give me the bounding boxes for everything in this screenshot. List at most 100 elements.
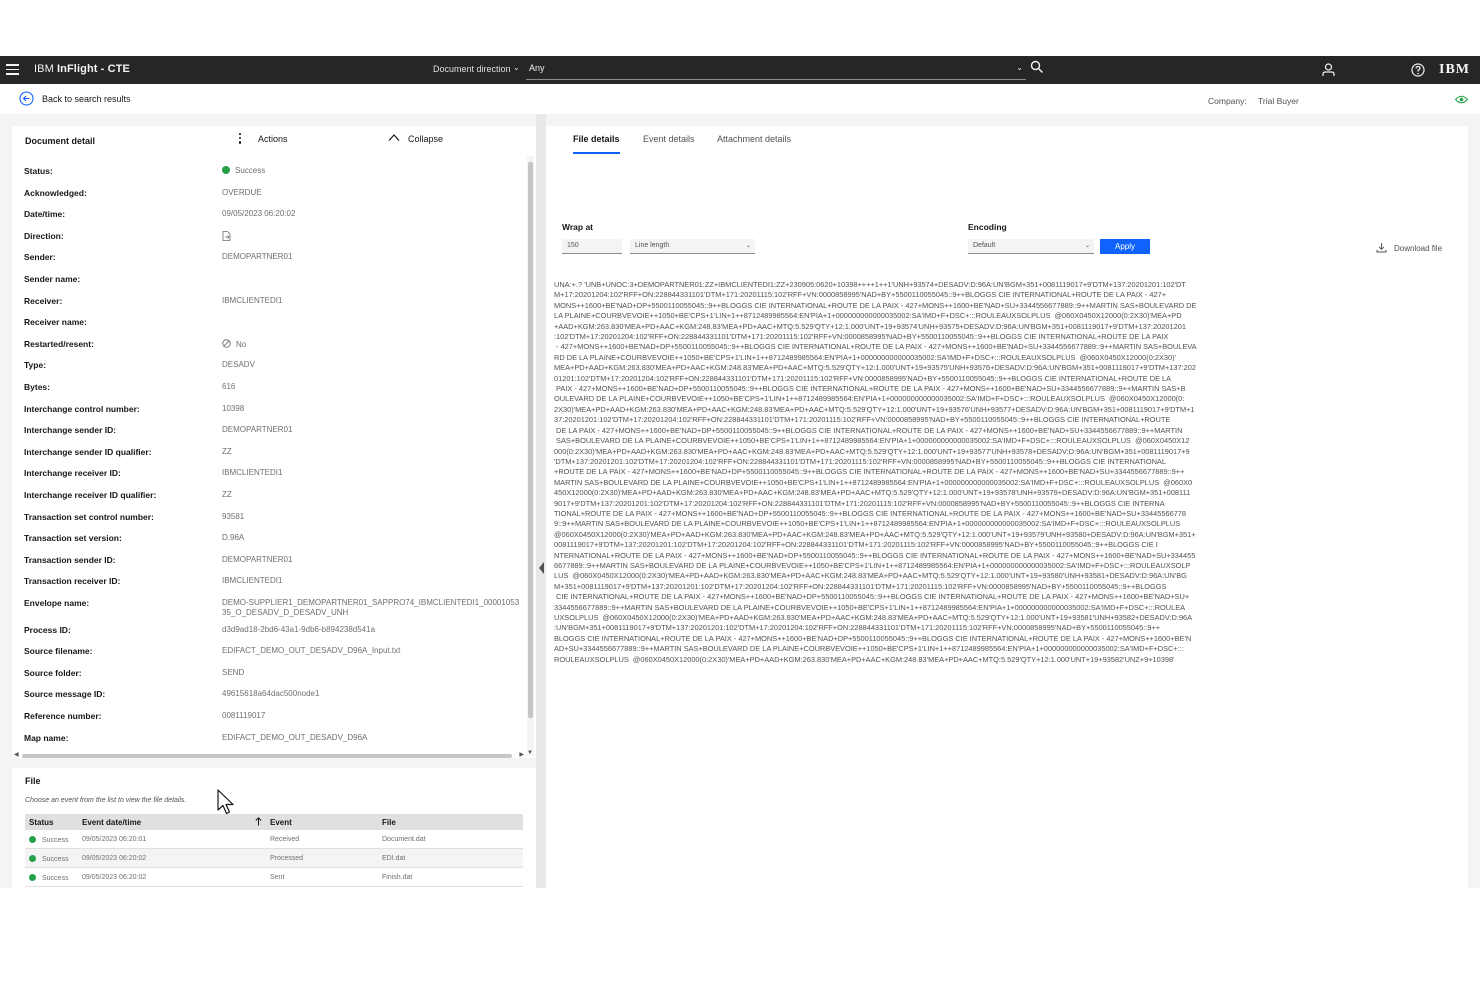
edi-line: +ROUTE DE LA PAIX - 427+MONS++1600+BE'NA…: [554, 467, 1185, 477]
edi-line: RD DE LA PLAINE+COURBVEVOIE++1050+BE'CPS…: [554, 352, 1177, 362]
apply-button[interactable]: Apply: [1100, 239, 1150, 254]
edi-file-content: UNA:+.? 'UNB+UNOC:3+DEMOPARTNER01:ZZ+IBM…: [554, 280, 1326, 676]
encoding-select[interactable]: Default ⌄: [968, 239, 1094, 254]
table-row[interactable]: Success 09/05/2023 06:20:01 Received Doc…: [25, 830, 523, 849]
app-title: IBM InFlight - CTE: [34, 63, 130, 75]
search-icon[interactable]: [1030, 60, 1044, 74]
detail-value: No: [222, 339, 246, 349]
vertical-scrollbar[interactable]: ▼: [527, 156, 534, 756]
overflow-menu-icon[interactable]: [239, 133, 243, 145]
scrollbar-thumb[interactable]: [528, 162, 533, 718]
edi-line: M+351+0081119017+9'DTM+137:20201201:102'…: [554, 581, 1167, 591]
detail-row: Map name: EDIFACT_DEMO_OUT_DESADV_D96A: [12, 730, 524, 750]
menu-icon[interactable]: [6, 64, 19, 75]
success-icon: [222, 166, 230, 174]
scroll-left-icon[interactable]: ◀: [14, 751, 19, 758]
chevron-down-icon[interactable]: ⌄: [746, 242, 751, 249]
scroll-right-icon[interactable]: ▶: [519, 751, 524, 758]
detail-row: Interchange sender ID qualifier: ZZ: [12, 444, 524, 464]
detail-label: Sender name:: [24, 274, 81, 284]
detail-label: Transaction sender ID:: [24, 554, 116, 565]
sort-arrow-up-icon[interactable]: [255, 817, 262, 826]
detail-row: Receiver name:: [12, 314, 524, 334]
file-panel: File Choose an event from the list to vi…: [12, 768, 536, 888]
edi-line: 2X30)'MEA+PD+AAD+KGM:263.830'MEA+PD+AAC+…: [554, 404, 1195, 414]
detail-label: Envelope name:: [24, 598, 90, 608]
user-icon[interactable]: [1322, 63, 1335, 77]
detail-row: Bytes: 616: [12, 379, 524, 399]
actions-button[interactable]: Actions: [258, 134, 288, 144]
column-header-status[interactable]: Status: [29, 818, 53, 827]
detail-row: Source filename: EDIFACT_DEMO_OUT_DESADV_…: [12, 643, 524, 663]
column-header-event-datetime[interactable]: Event date/time: [82, 818, 141, 827]
tab-attachment-details[interactable]: Attachment details: [717, 134, 791, 152]
search-input[interactable]: Any ⌄: [526, 60, 1026, 80]
edi-line: 6677889::9++MARTIN SAS+BOULEVARD DE LA P…: [554, 560, 1191, 570]
document-direction-dropdown[interactable]: Document direction: [433, 64, 511, 74]
detail-label: Receiver:: [24, 295, 63, 306]
panel-splitter[interactable]: [536, 114, 546, 888]
detail-value: ZZ: [222, 446, 232, 456]
detail-value: 10398: [222, 403, 245, 413]
chevron-down-icon[interactable]: ⌄: [1085, 242, 1090, 249]
detail-value: 49615618a64dac500node1: [222, 689, 320, 699]
column-header-event[interactable]: Event: [270, 818, 292, 827]
detail-tabs: File details Event details Attachment de…: [560, 126, 1460, 156]
edi-line: 9017+9'DTM+137:20201201:102'DTM+17:20201…: [554, 498, 1165, 508]
detail-row: Interchange receiver ID: IBMCLIENTEDI1: [12, 465, 524, 485]
detail-value: d3d9ad18-2bd6-43a1-9db6-b894238d541a: [222, 624, 376, 634]
download-icon[interactable]: [1376, 242, 1387, 253]
table-row[interactable]: Success 09/05/2023 06:20:02 Processed ED…: [25, 849, 523, 868]
collapse-left-icon[interactable]: [539, 562, 544, 574]
wrap-at-input[interactable]: 150: [562, 239, 622, 254]
download-file-button[interactable]: Download file: [1394, 244, 1442, 253]
help-icon[interactable]: [1411, 63, 1425, 77]
detail-label: Transaction receiver ID:: [24, 576, 121, 587]
detail-value: [222, 230, 231, 241]
detail-value: 0081119017: [222, 711, 266, 720]
detail-row: Sender name:: [12, 271, 524, 291]
row-status: Success: [29, 874, 68, 882]
detail-label: Bytes:: [24, 382, 50, 392]
row-file: EDI.dat: [382, 855, 406, 862]
edi-line: TIONAL+ROUTE DE LA PAIX - 427+MONS++1600…: [554, 508, 1187, 518]
detail-row: Restarted/resent: No: [12, 336, 524, 356]
top-bar: IBM InFlight - CTE Document direction ⌄ …: [0, 56, 1480, 84]
chevron-down-icon[interactable]: ⌄: [513, 63, 520, 72]
detail-row: Source folder: SEND: [12, 665, 524, 685]
detail-row: Transaction set version: D.96A: [12, 530, 524, 550]
detail-row: Status: Success: [12, 163, 524, 183]
column-header-file[interactable]: File: [382, 818, 396, 827]
horizontal-scrollbar[interactable]: ◀ ▶: [12, 751, 524, 759]
detail-value: 93581: [222, 511, 245, 521]
tab-file-details[interactable]: File details: [573, 134, 620, 154]
edi-line: CIE INTERNATIONAL+ROUTE DE LA PAIX - 427…: [554, 592, 1190, 602]
tab-event-details[interactable]: Event details: [643, 134, 695, 152]
edi-line: DE LA PAIX - 427+MONS++1600+BE'NAD+DP+55…: [554, 425, 1183, 435]
table-row[interactable]: Success 09/05/2023 06:20:02 Sent Finish.…: [25, 868, 523, 887]
eye-icon[interactable]: [1455, 95, 1468, 104]
scroll-down-icon[interactable]: ▼: [527, 750, 533, 756]
row-status: Success: [29, 855, 68, 863]
edi-line: ROULEAUXSOLPLUS @060X0450X12000(0:2X30)'…: [554, 654, 1175, 664]
detail-row: Transaction sender ID: DEMOPARTNER01: [12, 552, 524, 572]
detail-label: Receiver name:: [24, 317, 87, 328]
detail-row: Process ID: d3d9ad18-2bd6-43a1-9db6-b8942…: [12, 622, 524, 642]
sub-bar: Back to search results Company: Trial Bu…: [0, 84, 1480, 114]
encoding-label: Encoding: [968, 222, 1007, 232]
chevron-down-icon[interactable]: ⌄: [1016, 63, 1023, 72]
back-to-search-link[interactable]: Back to search results: [42, 94, 131, 104]
detail-row: Reference number: 0081119017: [12, 708, 524, 728]
back-arrow-icon[interactable]: [19, 91, 34, 106]
detail-label: Interchange sender ID:: [24, 425, 117, 436]
wrap-mode-select[interactable]: Line length ⌄: [630, 239, 755, 254]
detail-label: Reference number:: [24, 711, 102, 721]
detail-row: Interchange control number: 10398: [12, 401, 524, 421]
scrollbar-thumb[interactable]: [22, 754, 512, 758]
row-datetime: 09/05/2023 06:20:02: [82, 855, 147, 862]
detail-label: Source message ID:: [24, 689, 106, 700]
edi-line: LUS @060X0450X12000(0:2X30)'MEA+PD+AAD+K…: [554, 571, 1187, 581]
app-prefix: IBM: [34, 63, 54, 75]
chevron-up-icon[interactable]: [388, 133, 400, 142]
collapse-button[interactable]: Collapse: [408, 134, 443, 144]
